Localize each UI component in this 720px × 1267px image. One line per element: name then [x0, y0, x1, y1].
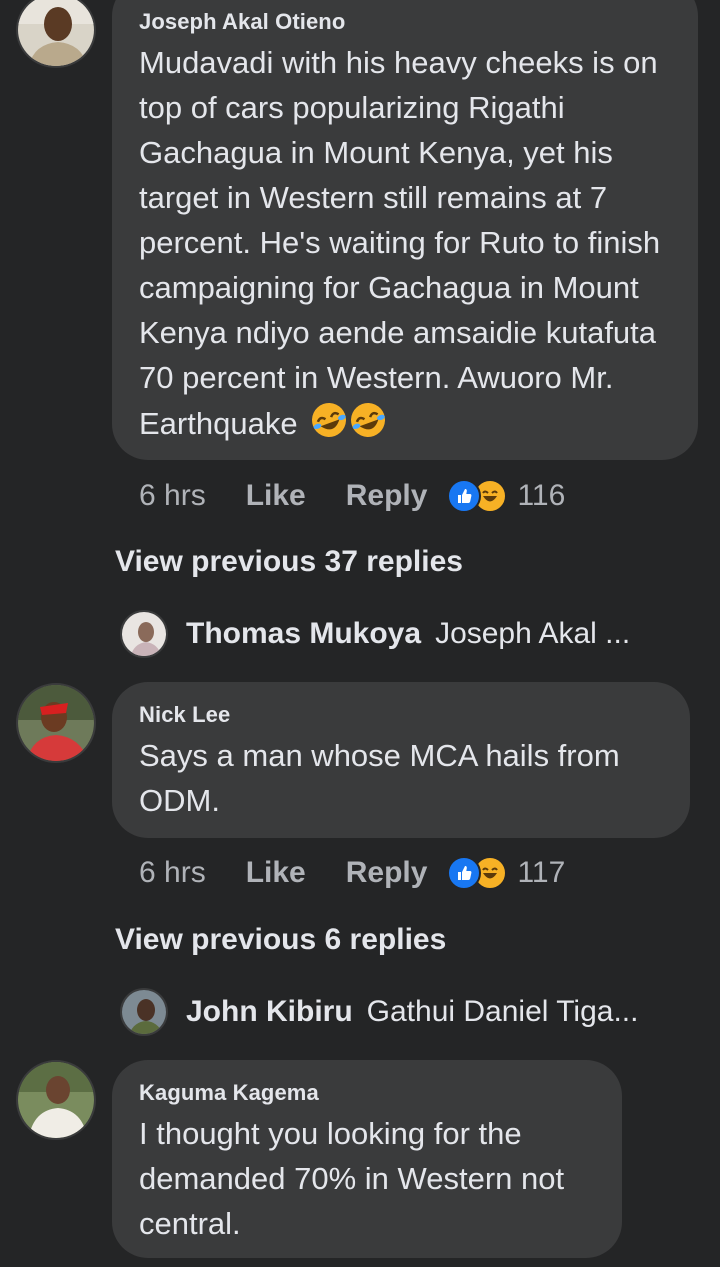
comment-text: Says a man whose MCA hails from ODM.: [139, 738, 620, 818]
like-button[interactable]: Like: [246, 479, 306, 513]
reply-author[interactable]: John Kibiru: [186, 995, 353, 1029]
view-previous-replies[interactable]: View previous 6 replies: [115, 923, 446, 957]
latest-reply[interactable]: Thomas Mukoya Joseph Akal ...: [120, 610, 630, 658]
reply-author[interactable]: Thomas Mukoya: [186, 617, 421, 651]
like-button[interactable]: Like: [246, 856, 306, 890]
comment-time[interactable]: 6 hrs: [139, 479, 206, 513]
comment-text: I thought you looking for the demanded 7…: [139, 1116, 565, 1241]
reply-button[interactable]: Reply: [346, 856, 428, 890]
avatar: [120, 988, 168, 1036]
reply-preview: Joseph Akal ...: [435, 617, 631, 650]
reaction-count[interactable]: 117: [517, 856, 565, 890]
avatar[interactable]: [16, 0, 96, 68]
view-previous-replies[interactable]: View previous 37 replies: [115, 545, 463, 579]
comment-time[interactable]: 6 hrs: [139, 856, 206, 890]
like-reaction-icon: [447, 856, 482, 890]
reactions[interactable]: [447, 856, 508, 890]
comment-author[interactable]: Kaguma Kagema: [139, 1080, 319, 1106]
avatar[interactable]: [16, 683, 96, 763]
latest-reply[interactable]: John Kibiru Gathui Daniel Tiga...: [120, 988, 638, 1036]
rolling-laughing-icon: [310, 400, 388, 452]
comment-meta: 6 hrs Like Reply 116: [139, 475, 565, 517]
reactions[interactable]: [447, 479, 508, 513]
avatar[interactable]: [16, 1060, 96, 1140]
reaction-count[interactable]: 116: [517, 479, 565, 513]
comment-author[interactable]: Joseph Akal Otieno: [139, 9, 345, 35]
like-reaction-icon: [447, 479, 482, 513]
comment-text: Mudavadi with his heavy cheeks is on top…: [139, 40, 684, 452]
reply-preview: Gathui Daniel Tiga...: [366, 995, 639, 1028]
avatar: [120, 610, 168, 658]
comment-meta: 6 hrs Like Reply 117: [139, 852, 565, 894]
comment-author[interactable]: Nick Lee: [139, 702, 230, 728]
reply-button[interactable]: Reply: [346, 479, 428, 513]
